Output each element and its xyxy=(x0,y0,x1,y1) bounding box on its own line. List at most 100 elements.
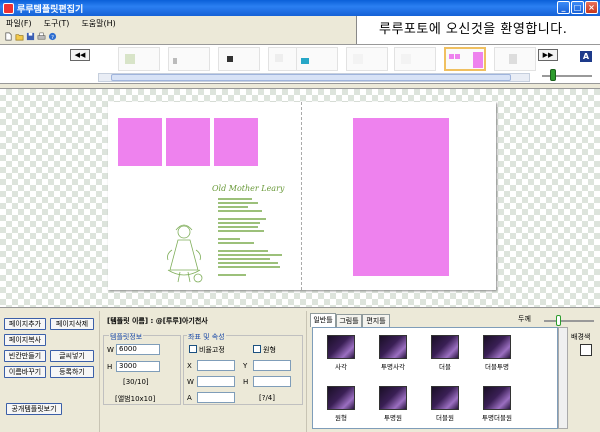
poem-text-line xyxy=(218,242,254,244)
thickness-label: 두께 xyxy=(518,315,531,323)
poem-text-line xyxy=(218,218,266,220)
frame-tile-label: 원형 xyxy=(335,414,347,422)
poem-text-line xyxy=(218,262,278,264)
frame-tile-label: 투명더블원 xyxy=(482,414,512,422)
menu-help[interactable]: 도움말(H) xyxy=(81,18,115,29)
frame-tile-transparent-circle[interactable] xyxy=(379,386,407,410)
h-field[interactable] xyxy=(253,376,291,387)
page-thumbnail[interactable] xyxy=(118,47,160,71)
maximize-button[interactable]: □ xyxy=(571,1,584,14)
window-title: 루루템플릿편집기 xyxy=(17,4,84,15)
frame-grid-scrollbar[interactable] xyxy=(558,327,568,429)
tab-normal-frame[interactable]: 일반틀 xyxy=(310,313,336,327)
photo-frame[interactable] xyxy=(118,118,162,166)
save-icon[interactable] xyxy=(26,32,35,41)
scrollbar-thumb[interactable] xyxy=(111,74,511,81)
album-spread[interactable]: Old Mother Leary xyxy=(108,102,496,290)
frame-tile-double-circle[interactable] xyxy=(431,386,459,410)
menu-tools[interactable]: 도구(T) xyxy=(44,18,70,29)
a-label: A xyxy=(187,394,192,402)
page-actions-panel: 페이지추가 페이지삭제 페이지복사 빈칸만들기 글씨넣기 이름바꾸기 등록하기 … xyxy=(0,311,100,432)
y-label: Y xyxy=(243,362,248,370)
photo-frame[interactable] xyxy=(166,118,210,166)
poem-text-line xyxy=(218,254,282,256)
thumbnail-scrollbar[interactable] xyxy=(98,73,530,82)
open-folder-icon[interactable] xyxy=(15,32,24,41)
thumbnail-strip: ◀◀ ▶▶ A xyxy=(0,44,600,84)
text-size-button[interactable]: A xyxy=(580,51,592,62)
thickness-slider-knob[interactable] xyxy=(556,315,561,326)
page-thumbnail[interactable] xyxy=(394,47,436,71)
next-pages-button[interactable]: ▶▶ xyxy=(538,49,558,61)
frame-tile-label: 더블원 xyxy=(436,414,454,422)
photo-frame[interactable] xyxy=(214,118,258,166)
poem-text-line xyxy=(218,230,264,232)
template-info-title: 템플릿정보 xyxy=(109,332,144,342)
girl-illustration xyxy=(167,224,203,283)
minimize-button[interactable]: _ xyxy=(557,1,570,14)
window-controls: _ □ × xyxy=(557,1,598,14)
title-bar: 루루템플릿편집기 _ □ × xyxy=(0,0,600,16)
page-thumbnail-selected[interactable] xyxy=(444,47,486,71)
zoom-slider-knob[interactable] xyxy=(550,69,556,81)
frame-tile-circle[interactable] xyxy=(327,386,355,410)
menu-file[interactable]: 파일(F) xyxy=(6,18,32,29)
poem-text-line xyxy=(218,210,262,212)
poem-title: Old Mother Leary xyxy=(212,184,285,193)
x-field[interactable] xyxy=(197,360,235,371)
x-label: X xyxy=(187,362,192,370)
frame-tile-label: 투명사각 xyxy=(381,363,405,371)
page-thumbnail[interactable] xyxy=(494,47,536,71)
thickness-slider-track[interactable] xyxy=(544,320,594,322)
poem-text-line xyxy=(218,250,268,252)
frame-tile-label: 투명원 xyxy=(384,414,402,422)
frame-tile-square[interactable] xyxy=(327,335,355,359)
background-color-label: 배경색 xyxy=(571,333,591,341)
prev-pages-button[interactable]: ◀◀ xyxy=(70,49,90,61)
rename-button[interactable]: 이름바꾸기 xyxy=(4,366,46,378)
ratio-label: [30/10] xyxy=(123,378,149,386)
page-fold-line xyxy=(301,102,302,290)
close-button[interactable]: × xyxy=(585,1,598,14)
frame-tile-transparent-double-circle[interactable] xyxy=(483,386,511,410)
public-template-button[interactable]: 공개템플릿보기 xyxy=(6,403,62,415)
frame-tile-transparent-square[interactable] xyxy=(379,335,407,359)
tab-picture-frame[interactable]: 그림틀 xyxy=(336,314,362,327)
frame-tile-double-transparent[interactable] xyxy=(483,335,511,359)
fill-blanks-button[interactable]: 빈칸만들기 xyxy=(4,350,46,362)
page-thumbnail[interactable] xyxy=(168,47,210,71)
poem-text-line xyxy=(218,238,240,240)
app-icon xyxy=(3,2,14,14)
help-icon[interactable]: ? xyxy=(48,32,57,41)
h-label: H xyxy=(243,378,249,386)
page-thumbnail[interactable] xyxy=(346,47,388,71)
poem-text-line xyxy=(218,266,280,268)
add-page-button[interactable]: 페이지추가 xyxy=(4,318,46,330)
height-label: H xyxy=(107,363,113,371)
w-field[interactable] xyxy=(197,376,235,387)
frame-grid: 사각 투명사각 더블 더블투명 원형 투명원 더블원 투명더블원 xyxy=(312,327,558,429)
w-label: W xyxy=(187,378,194,386)
angle-field[interactable] xyxy=(197,392,235,403)
tab-letter-frame[interactable]: 편지틀 xyxy=(362,314,390,327)
background-color-swatch[interactable] xyxy=(580,344,592,356)
poem-text-line xyxy=(218,226,258,228)
photo-frame-large[interactable] xyxy=(353,118,449,276)
page-thumbnail[interactable] xyxy=(296,47,338,71)
delete-page-button[interactable]: 페이지삭제 xyxy=(50,318,94,330)
y-field[interactable] xyxy=(253,360,291,371)
circle-checkbox[interactable] xyxy=(253,345,261,353)
frame-tile-double[interactable] xyxy=(431,335,459,359)
print-icon[interactable] xyxy=(37,32,46,41)
fix-ratio-checkbox[interactable] xyxy=(189,345,197,353)
new-file-icon[interactable] xyxy=(4,32,13,41)
add-text-button[interactable]: 글씨넣기 xyxy=(50,350,94,362)
copy-page-button[interactable]: 페이지복사 xyxy=(4,334,46,346)
circle-label: 원형 xyxy=(263,346,276,354)
page-thumbnail[interactable] xyxy=(218,47,260,71)
height-field[interactable]: 3000 xyxy=(116,361,160,372)
register-button[interactable]: 등록하기 xyxy=(50,366,94,378)
editor-canvas[interactable]: Old Mother Leary xyxy=(0,88,600,308)
width-field[interactable]: 6000 xyxy=(116,344,160,355)
template-name-label: [템플릿 이름] : @[루루]아기천사 xyxy=(107,317,208,325)
